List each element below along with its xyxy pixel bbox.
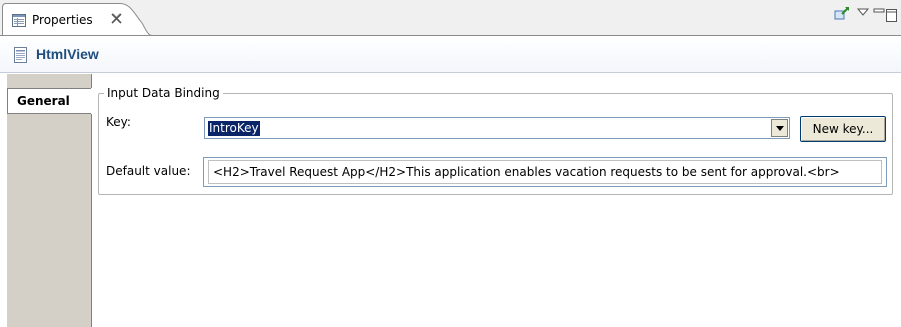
default-value-text: <H2>Travel Request App</H2>This applicat… [208, 160, 882, 184]
properties-view-tab[interactable]: Properties [2, 3, 152, 36]
chevron-down-icon[interactable] [771, 119, 788, 137]
properties-icon [12, 14, 26, 27]
close-icon[interactable] [110, 12, 123, 25]
key-combo[interactable]: IntroKey [204, 117, 790, 139]
key-combo-value: IntroKey [208, 121, 260, 136]
key-label: Key: [106, 115, 131, 129]
group-legend: Input Data Binding [104, 86, 223, 100]
content-border [91, 74, 92, 88]
view-tab-title: Properties [32, 13, 93, 27]
tab-general-label: General [17, 94, 70, 108]
pin-editor-icon[interactable] [833, 5, 851, 23]
default-value-field[interactable]: <H2>Travel Request App</H2>This applicat… [203, 157, 887, 187]
tab-general[interactable]: General [7, 88, 91, 114]
new-key-button[interactable]: New key... [800, 116, 886, 142]
default-value-label: Default value: [106, 164, 191, 178]
properties-title-strip: HtmlView [0, 36, 901, 73]
maximize-icon[interactable] [884, 5, 901, 23]
view-tab-bar: Properties [0, 0, 901, 36]
content-border [91, 114, 92, 327]
title-divider [0, 72, 901, 73]
html-page-icon [13, 47, 28, 63]
page-title: HtmlView [36, 46, 99, 62]
